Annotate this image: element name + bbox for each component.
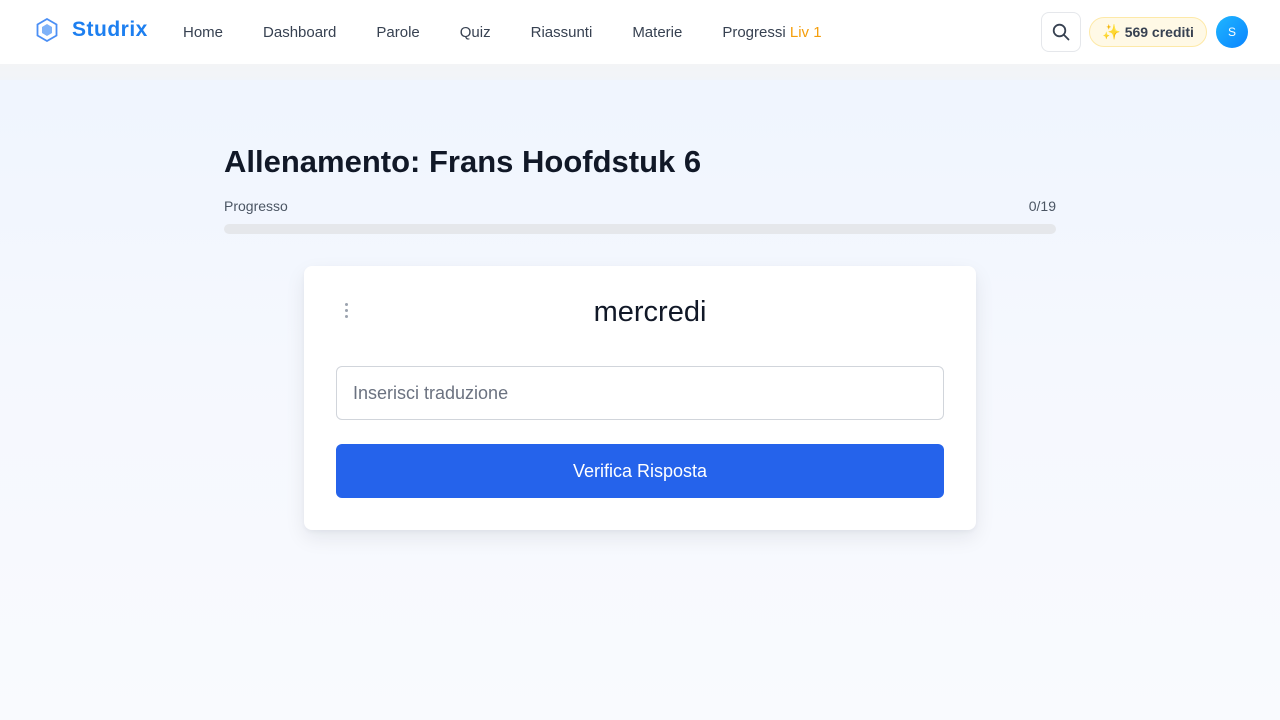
nav-dashboard[interactable]: Dashboard: [263, 24, 336, 41]
nav-quiz[interactable]: Quiz: [460, 24, 491, 41]
page-title: Allenamento: Frans Hoofdstuk 6: [224, 144, 702, 179]
nav-riassunti[interactable]: Riassunti: [531, 24, 593, 41]
progress-label: Progresso: [224, 198, 288, 214]
level-badge: Liv 1: [789, 23, 822, 41]
progress-bar: [224, 224, 1056, 234]
nav-home[interactable]: Home: [183, 24, 223, 41]
flashcard-word: mercredi: [593, 296, 707, 328]
progress-count: 0/19: [1028, 198, 1056, 214]
header-shadow: [0, 64, 1280, 80]
nav-progressi-label: Progressi: [722, 23, 786, 41]
verify-answer-button[interactable]: Verifica Risposta: [336, 444, 944, 498]
brand-logo[interactable]: Studrix: [36, 18, 148, 42]
nav-parole[interactable]: Parole: [376, 24, 419, 41]
search-icon: [1052, 23, 1070, 41]
credits-label: 569 crediti: [1124, 24, 1194, 40]
hexagon-logo-icon: [36, 18, 58, 42]
sparkles-icon: ✨: [1102, 24, 1121, 41]
flashcard: mercredi Verifica Risposta: [304, 266, 976, 530]
user-avatar[interactable]: S: [1216, 16, 1248, 48]
nav-progressi[interactable]: Progressi Liv 1: [722, 24, 821, 41]
main-nav: Home Dashboard Parole Quiz Riassunti Mat…: [183, 0, 862, 64]
translation-input[interactable]: [336, 366, 944, 420]
brand-name: Studrix: [72, 18, 148, 41]
nav-materie[interactable]: Materie: [632, 24, 682, 41]
search-button[interactable]: [1041, 12, 1081, 52]
credits-badge[interactable]: ✨ 569 crediti: [1089, 17, 1207, 47]
top-navbar: Studrix Home Dashboard Parole Quiz Riass…: [0, 0, 1280, 64]
